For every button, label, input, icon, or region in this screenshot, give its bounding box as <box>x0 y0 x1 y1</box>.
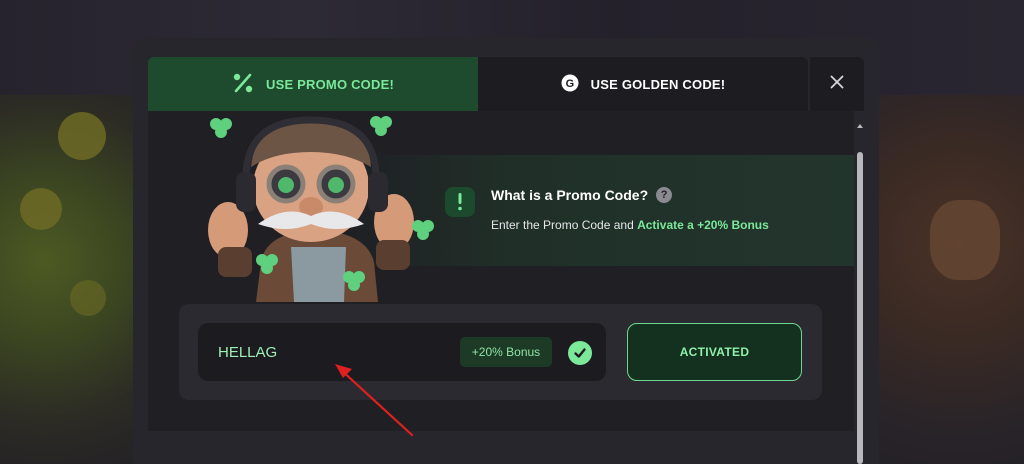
info-description: Enter the Promo Code and Activate a +20%… <box>491 218 769 232</box>
svg-text:G: G <box>565 78 574 90</box>
exclamation-icon <box>445 187 475 217</box>
tab-promo-code[interactable]: USE PROMO CODE! <box>148 57 478 111</box>
annotation-arrow <box>330 355 420 445</box>
info-title: What is a Promo Code? ? <box>491 187 673 203</box>
help-icon[interactable]: ? <box>656 187 673 203</box>
background-coin <box>70 280 106 316</box>
tab-promo-label: USE PROMO CODE! <box>266 76 394 92</box>
background-coin <box>58 112 106 160</box>
scroll-up-arrow[interactable] <box>856 116 864 128</box>
close-icon <box>830 75 844 94</box>
background-right-art <box>860 95 1024 464</box>
info-title-text: What is a Promo Code? <box>491 187 649 203</box>
activated-button[interactable]: ACTIVATED <box>627 323 802 381</box>
info-description-highlight: Activate a +20% Bonus <box>637 218 769 232</box>
bonus-badge: +20% Bonus <box>460 337 552 367</box>
percent-icon <box>232 72 254 97</box>
mascot-illustration <box>196 112 436 302</box>
tab-golden-label: USE GOLDEN CODE! <box>590 76 726 92</box>
background-coin <box>20 188 62 230</box>
scrollbar-thumb[interactable] <box>857 152 863 464</box>
info-description-text: Enter the Promo Code and <box>491 218 638 232</box>
background-character <box>930 200 1000 280</box>
check-icon <box>568 341 592 365</box>
golden-coin-icon: G <box>561 74 579 95</box>
close-button[interactable] <box>810 57 864 111</box>
tab-golden-code[interactable]: G USE GOLDEN CODE! <box>478 57 808 111</box>
modal-tabs: USE PROMO CODE! G USE GOLDEN CODE! <box>148 57 808 111</box>
